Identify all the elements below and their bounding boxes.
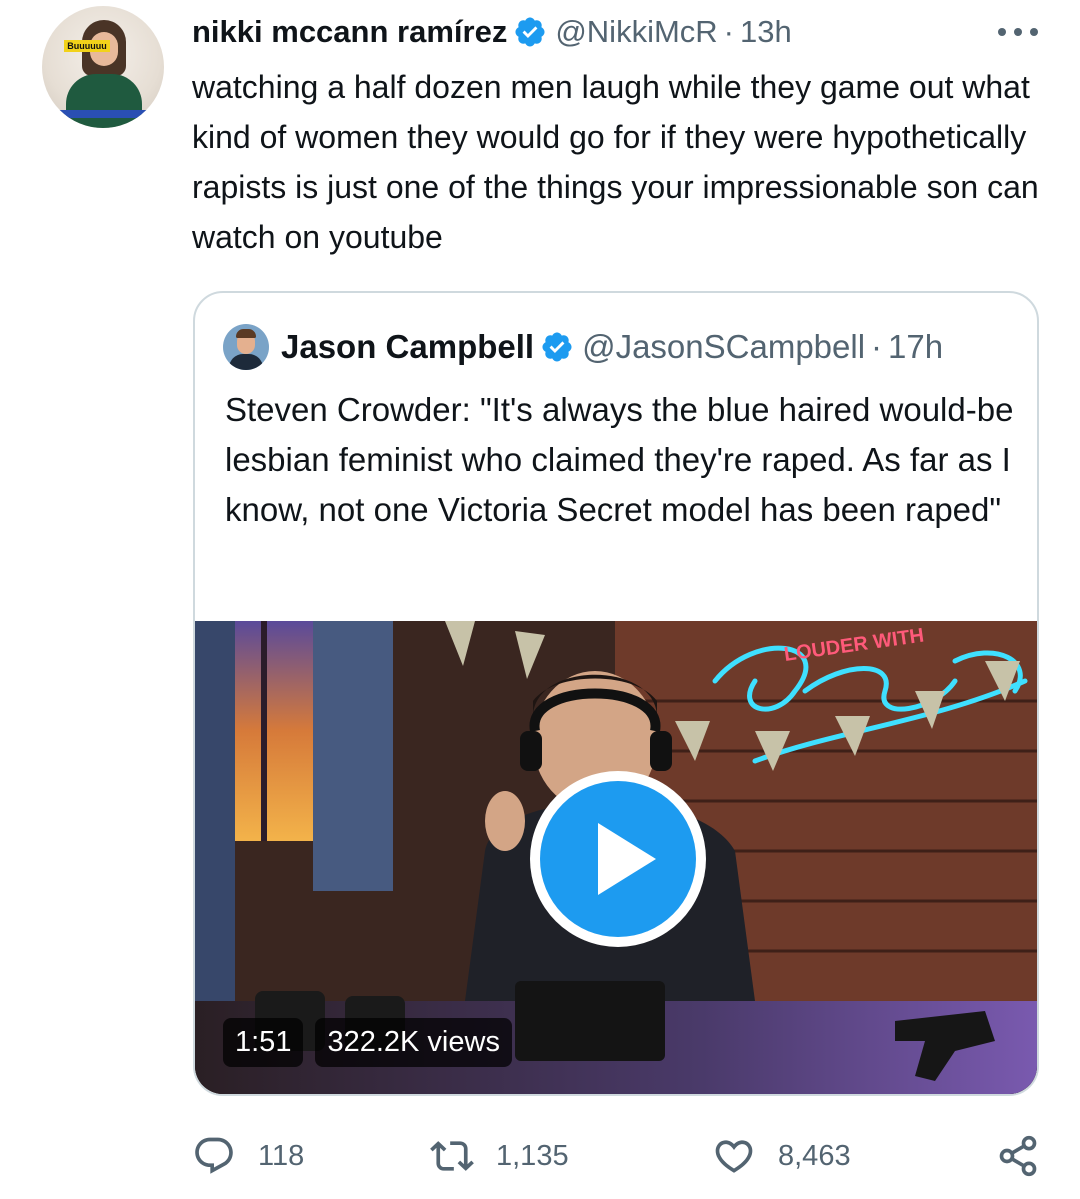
quoted-avatar-suit (229, 354, 263, 370)
quoted-tweet-text: Steven Crowder: "It's always the blue ha… (225, 391, 1014, 528)
quoted-author-avatar[interactable] (223, 324, 269, 370)
quoted-tweet[interactable]: Jason Campbell @JasonSCampbell · 17h Ste… (193, 291, 1039, 1096)
play-button[interactable] (530, 771, 706, 947)
like-count: 8,463 (778, 1139, 851, 1172)
quoted-avatar-hair (236, 329, 256, 338)
share-button[interactable] (996, 1132, 1040, 1180)
tweet-actions: 118 1,135 8,463 (192, 1132, 1042, 1180)
retweet-count: 1,135 (496, 1139, 569, 1172)
retweet-icon (430, 1141, 474, 1171)
verified-badge-icon (515, 17, 545, 47)
quoted-tweet-header: Jason Campbell @JasonSCampbell · 17h (223, 321, 943, 373)
more-icon[interactable] (998, 18, 1038, 46)
tweet-timestamp[interactable]: 13h (740, 14, 792, 50)
author-avatar[interactable]: Buuuuuu (42, 6, 164, 128)
tweet-text: watching a half dozen men laugh while th… (192, 69, 1039, 255)
video-player[interactable]: LOUDER WITH 1:51 322.2K views (195, 621, 1037, 1094)
avatar-banner: Buuuuuu (64, 40, 110, 52)
video-meta: 1:51 322.2K views (223, 1018, 512, 1067)
avatar-chyron (58, 110, 150, 118)
avatar-body (66, 74, 142, 128)
more-dot (1014, 28, 1022, 36)
play-icon (540, 781, 696, 937)
quoted-author-name[interactable]: Jason Campbell (281, 328, 534, 366)
tweet-header: nikki mccann ramírez @NikkiMcR · 13h (192, 12, 792, 52)
reply-button[interactable]: 118 (192, 1132, 304, 1180)
author-handle[interactable]: @NikkiMcR (555, 14, 717, 50)
reply-count: 118 (258, 1139, 305, 1172)
like-button[interactable]: 8,463 (712, 1132, 851, 1180)
share-icon (999, 1135, 1037, 1177)
more-dot (1030, 28, 1038, 36)
video-views: 322.2K views (315, 1018, 512, 1067)
header-separator: · (723, 14, 734, 49)
video-duration: 1:51 (223, 1018, 304, 1067)
reply-icon (195, 1137, 233, 1174)
quoted-tweet-timestamp[interactable]: 17h (888, 328, 943, 366)
more-dot (998, 28, 1006, 36)
retweet-button[interactable]: 1,135 (430, 1132, 569, 1180)
author-name[interactable]: nikki mccann ramírez (192, 14, 507, 50)
quoted-author-handle[interactable]: @JasonSCampbell (582, 328, 865, 366)
like-icon (715, 1140, 753, 1173)
verified-badge-icon (542, 332, 572, 362)
quoted-header-separator: · (871, 328, 883, 365)
